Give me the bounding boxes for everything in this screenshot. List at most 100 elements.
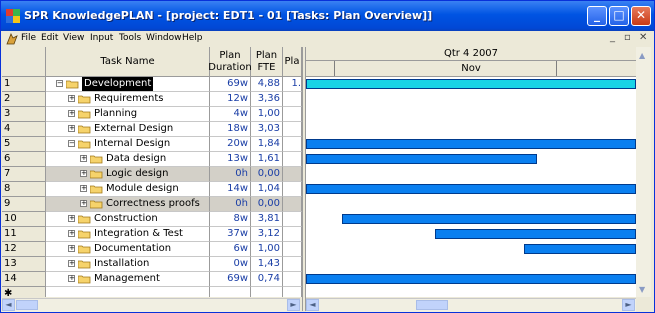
plan-duration-cell[interactable]: 20w xyxy=(210,137,251,152)
gantt-task-bar[interactable] xyxy=(435,229,636,239)
gantt-vertical-scrollbar[interactable]: ▲ ▼ xyxy=(636,47,651,297)
scroll-up-icon[interactable]: ▲ xyxy=(639,51,645,60)
empty-cell[interactable] xyxy=(251,287,283,297)
document-icon[interactable] xyxy=(5,32,19,46)
plan-fte-cell[interactable]: 3,12 xyxy=(251,227,283,242)
pla-cell[interactable] xyxy=(283,197,302,212)
task-name-cell[interactable]: + Installation xyxy=(46,257,210,272)
table-row[interactable]: 4 + External Design 18w 3,03 xyxy=(2,122,302,137)
row-number[interactable]: 8 xyxy=(2,182,46,197)
task-name-cell[interactable]: + External Design xyxy=(46,122,210,137)
minimize-button[interactable]: _ xyxy=(587,6,607,26)
row-number[interactable]: 7 xyxy=(2,167,46,182)
expand-icon[interactable]: + xyxy=(80,200,87,207)
plan-fte-cell[interactable]: 0,00 xyxy=(251,197,283,212)
plan-duration-cell[interactable]: 69w xyxy=(210,77,251,92)
expand-icon[interactable]: + xyxy=(68,215,75,222)
table-row[interactable]: 14 + Management 69w 0,74 xyxy=(2,272,302,287)
gantt-scroll-thumb[interactable] xyxy=(416,300,448,310)
plan-fte-cell[interactable]: 1,43 xyxy=(251,257,283,272)
expand-icon[interactable]: + xyxy=(68,125,75,132)
scroll-left-button[interactable]: ◄ xyxy=(2,299,15,311)
expand-icon[interactable]: + xyxy=(68,230,75,237)
expand-icon[interactable]: + xyxy=(68,95,75,102)
pla-cell[interactable] xyxy=(283,152,302,167)
row-number[interactable]: 12 xyxy=(2,242,46,257)
pla-cell[interactable] xyxy=(283,242,302,257)
task-name-cell[interactable]: + Data design xyxy=(46,152,210,167)
plan-fte-cell[interactable]: 0,00 xyxy=(251,167,283,182)
scroll-down-icon[interactable]: ▼ xyxy=(639,285,645,294)
table-row[interactable]: 13 + Installation 0w 1,43 xyxy=(2,257,302,272)
task-name-cell[interactable]: − Internal Design xyxy=(46,137,210,152)
maximize-button[interactable]: □ xyxy=(609,6,629,26)
task-name-cell[interactable]: + Requirements xyxy=(46,92,210,107)
plan-fte-cell[interactable]: 1,00 xyxy=(251,242,283,257)
table-row[interactable]: 8 + Module design 14w 1,04 xyxy=(2,182,302,197)
row-number[interactable]: 11 xyxy=(2,227,46,242)
plan-duration-cell[interactable]: 8w xyxy=(210,212,251,227)
grid-horizontal-scrollbar[interactable]: ◄ ► xyxy=(2,298,300,312)
plan-duration-cell[interactable]: 69w xyxy=(210,272,251,287)
row-number[interactable]: 3 xyxy=(2,107,46,122)
gantt-task-bar[interactable] xyxy=(524,244,636,254)
table-row[interactable]: 12 + Documentation 6w 1,00 xyxy=(2,242,302,257)
expand-icon[interactable]: + xyxy=(68,245,75,252)
task-name-cell[interactable]: + Management xyxy=(46,272,210,287)
plan-duration-cell[interactable]: 12w xyxy=(210,92,251,107)
column-header-plan-fte[interactable]: Plan FTE xyxy=(251,47,283,77)
pla-cell[interactable] xyxy=(283,227,302,242)
pla-cell[interactable] xyxy=(283,137,302,152)
menu-help[interactable]: Help xyxy=(182,33,203,43)
row-number[interactable]: 1 xyxy=(2,77,46,92)
task-name-cell[interactable]: + Module design xyxy=(46,182,210,197)
plan-duration-cell[interactable]: 4w xyxy=(210,107,251,122)
plan-duration-cell[interactable]: 0h xyxy=(210,197,251,212)
row-number-header[interactable] xyxy=(2,47,46,77)
gantt-task-bar[interactable] xyxy=(342,214,636,224)
task-name-cell[interactable]: + Correctness proofs xyxy=(46,197,210,212)
pla-cell[interactable] xyxy=(283,257,302,272)
task-name-cell[interactable]: + Construction xyxy=(46,212,210,227)
table-row[interactable]: 1 − Development 69w 4,88 1. xyxy=(2,77,302,92)
column-header-plan-duration[interactable]: Plan Duration xyxy=(208,47,252,77)
row-number[interactable]: 9 xyxy=(2,197,46,212)
table-row[interactable]: 5 − Internal Design 20w 1,84 xyxy=(2,137,302,152)
table-row[interactable]: 3 + Planning 4w 1,00 xyxy=(2,107,302,122)
empty-cell[interactable] xyxy=(210,287,251,297)
expand-icon[interactable]: + xyxy=(68,260,75,267)
gantt-scroll-right-button[interactable]: ► xyxy=(622,299,635,311)
pla-cell[interactable] xyxy=(283,272,302,287)
plan-duration-cell[interactable]: 13w xyxy=(210,152,251,167)
title-bar[interactable]: SPR KnowledgePLAN - [project: EDT1 - 01 … xyxy=(1,1,654,31)
menu-view[interactable]: View xyxy=(63,33,84,43)
task-name-cell[interactable]: + Documentation xyxy=(46,242,210,257)
menu-input[interactable]: Input xyxy=(90,33,113,43)
gantt-task-bar[interactable] xyxy=(306,139,636,149)
expand-icon[interactable]: + xyxy=(68,110,75,117)
gantt-task-bar[interactable] xyxy=(306,154,537,164)
pla-cell[interactable]: 1. xyxy=(283,77,302,92)
column-header-pla[interactable]: Pla xyxy=(283,47,302,77)
row-number[interactable]: 14 xyxy=(2,272,46,287)
pla-cell[interactable] xyxy=(283,167,302,182)
pla-cell[interactable] xyxy=(283,212,302,227)
expand-icon[interactable]: + xyxy=(68,275,75,282)
collapse-icon[interactable]: − xyxy=(56,80,63,87)
task-name-cell[interactable]: + Logic design xyxy=(46,167,210,182)
task-name-cell[interactable]: + Planning xyxy=(46,107,210,122)
menu-edit[interactable]: Edit xyxy=(41,33,58,43)
mdi-minimize-button[interactable]: _ xyxy=(610,32,615,43)
plan-fte-cell[interactable]: 1,84 xyxy=(251,137,283,152)
menu-window[interactable]: Window xyxy=(146,33,182,43)
pla-cell[interactable] xyxy=(283,122,302,137)
plan-fte-cell[interactable]: 3,03 xyxy=(251,122,283,137)
plan-fte-cell[interactable]: 4,88 xyxy=(251,77,283,92)
plan-fte-cell[interactable]: 0,74 xyxy=(251,272,283,287)
plan-duration-cell[interactable]: 6w xyxy=(210,242,251,257)
table-row[interactable]: 10 + Construction 8w 3,81 xyxy=(2,212,302,227)
gantt-scroll-left-button[interactable]: ◄ xyxy=(306,299,319,311)
mdi-close-button[interactable]: ✕ xyxy=(639,32,647,43)
mdi-restore-button[interactable]: ▫ xyxy=(624,32,631,43)
row-number[interactable]: 13 xyxy=(2,257,46,272)
